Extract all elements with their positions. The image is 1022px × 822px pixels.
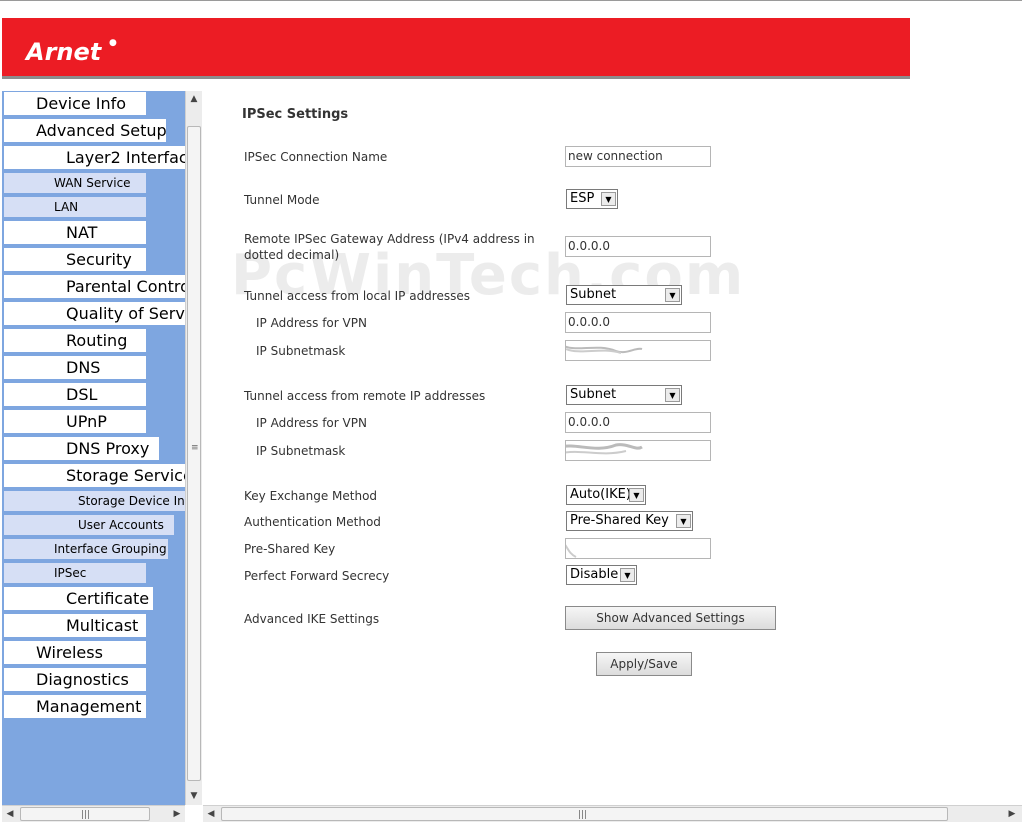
sidebar-item-wireless[interactable]: Wireless	[4, 641, 146, 664]
main-h-grip-icon: |||	[578, 810, 588, 820]
scroll-right-arrow-icon[interactable]: ▶	[169, 806, 185, 822]
main-scroll-left-arrow-icon[interactable]: ◀	[203, 806, 219, 822]
sidebar-item-layer2-interface[interactable]: Layer2 Interface	[4, 146, 185, 169]
key-exchange-value: Auto(IKE)	[570, 487, 631, 502]
arnet-logo: Arnet	[26, 38, 102, 66]
tunnel-mode-select[interactable]: ESP ▼	[566, 189, 618, 209]
conn-name-input[interactable]: new connection	[565, 146, 711, 167]
logo-dot-icon: ●	[109, 38, 117, 48]
pfs-value: Disable	[570, 567, 619, 582]
page-title: IPSec Settings	[242, 107, 349, 122]
main-h-scroll-thumb[interactable]: |||	[221, 807, 948, 821]
local-access-value: Subnet	[570, 287, 617, 302]
redacted-scribble-icon	[566, 345, 643, 354]
sidebar-item-ipsec[interactable]: IPSec	[4, 563, 146, 583]
remote-mask-label: IP Subnetmask	[256, 444, 346, 458]
sidebar-item-quality-of-service[interactable]: Quality of Service	[4, 302, 185, 325]
sidebar-horizontal-scrollbar[interactable]: ◀ ||| ▶	[2, 805, 185, 822]
sidebar-item-routing[interactable]: Routing	[4, 329, 146, 352]
scroll-thumb[interactable]: ≡	[187, 126, 201, 781]
remote-access-label: Tunnel access from remote IP addresses	[244, 389, 486, 403]
pfs-label: Perfect Forward Secrecy	[244, 569, 390, 583]
apply-save-button[interactable]: Apply/Save	[596, 652, 692, 676]
browser-page: Arnet ● Device Info Advanced Setup Layer…	[0, 0, 1022, 822]
dropdown-arrow-icon: ▼	[676, 514, 691, 528]
local-access-select[interactable]: Subnet ▼	[566, 285, 682, 305]
sidebar-item-dns[interactable]: DNS	[4, 356, 146, 379]
tunnel-mode-value: ESP	[570, 191, 595, 206]
sidebar-item-nat[interactable]: NAT	[4, 221, 146, 244]
sidebar-menu: Device Info Advanced Setup Layer2 Interf…	[2, 91, 185, 805]
local-access-label: Tunnel access from local IP addresses	[244, 289, 470, 303]
key-exchange-label: Key Exchange Method	[244, 489, 378, 503]
sidebar-item-advanced-setup[interactable]: Advanced Setup	[4, 119, 166, 142]
local-ip-input[interactable]: 0.0.0.0	[565, 312, 711, 333]
sidebar-item-lan[interactable]: LAN	[4, 197, 146, 217]
sidebar-item-device-info[interactable]: Device Info	[4, 92, 146, 115]
remote-mask-input[interactable]	[565, 440, 711, 461]
sidebar-item-certificate[interactable]: Certificate	[4, 587, 153, 610]
show-advanced-settings-button[interactable]: Show Advanced Settings	[565, 606, 776, 630]
sidebar-item-management[interactable]: Management	[4, 695, 146, 718]
tunnel-mode-label: Tunnel Mode	[244, 193, 320, 207]
h-grip-icon: |||	[81, 810, 91, 820]
sidebar-item-multicast[interactable]: Multicast	[4, 614, 146, 637]
ipsec-settings-panel: PcWinTech.com IPSec Settings IPSec Conne…	[203, 80, 1022, 805]
remote-gw-label: Remote IPSec Gateway Address (IPv4 addre…	[244, 232, 535, 262]
sidebar-item-diagnostics[interactable]: Diagnostics	[4, 668, 146, 691]
sidebar-item-dsl[interactable]: DSL	[4, 383, 146, 406]
dropdown-arrow-icon: ▼	[629, 488, 644, 502]
sidebar-item-parental-control[interactable]: Parental Control	[4, 275, 185, 298]
pfs-select[interactable]: Disable ▼	[566, 565, 637, 585]
dropdown-arrow-icon: ▼	[665, 288, 680, 302]
sidebar-item-wan-service[interactable]: WAN Service	[4, 173, 146, 193]
local-mask-input[interactable]	[565, 340, 711, 361]
scroll-up-arrow-icon[interactable]: ▲	[186, 91, 202, 107]
local-ip-label: IP Address for VPN	[256, 316, 367, 330]
redacted-scribble-icon	[566, 443, 643, 455]
auth-method-value: Pre-Shared Key	[570, 513, 669, 528]
auth-method-select[interactable]: Pre-Shared Key ▼	[566, 511, 693, 531]
sidebar-vertical-scrollbar[interactable]: ▲ ≡ ▼	[185, 91, 202, 805]
scroll-left-arrow-icon[interactable]: ◀	[2, 806, 18, 822]
top-border	[0, 0, 1022, 1]
auth-method-label: Authentication Method	[244, 515, 381, 529]
remote-gw-input[interactable]: 0.0.0.0	[565, 236, 711, 257]
sidebar-item-user-accounts[interactable]: User Accounts	[4, 515, 174, 535]
scroll-down-arrow-icon[interactable]: ▼	[186, 788, 202, 804]
sidebar-item-storage-service[interactable]: Storage Service	[4, 464, 185, 487]
main-scroll-right-arrow-icon[interactable]: ▶	[1004, 806, 1020, 822]
main-horizontal-scrollbar[interactable]: ◀ ||| ▶	[203, 805, 1022, 822]
dropdown-arrow-icon: ▼	[601, 192, 616, 206]
sidebar-item-security[interactable]: Security	[4, 248, 146, 271]
h-scroll-thumb[interactable]: |||	[20, 807, 150, 821]
adv-ike-label: Advanced IKE Settings	[244, 612, 380, 626]
header-banner: Arnet ●	[2, 18, 910, 79]
remote-ip-label: IP Address for VPN	[256, 416, 367, 430]
conn-name-label: IPSec Connection Name	[244, 150, 388, 164]
psk-input[interactable]	[565, 538, 711, 559]
redacted-scribble-icon	[566, 544, 577, 558]
dropdown-arrow-icon: ▼	[620, 568, 635, 582]
sidebar-item-storage-device-info[interactable]: Storage Device Info	[4, 491, 185, 511]
sidebar-item-dns-proxy[interactable]: DNS Proxy	[4, 437, 159, 460]
sidebar-item-upnp[interactable]: UPnP	[4, 410, 146, 433]
remote-access-value: Subnet	[570, 387, 617, 402]
grip-icon: ≡	[191, 443, 199, 453]
key-exchange-select[interactable]: Auto(IKE) ▼	[566, 485, 646, 505]
remote-ip-input[interactable]: 0.0.0.0	[565, 412, 711, 433]
dropdown-arrow-icon: ▼	[665, 388, 680, 402]
psk-label: Pre-Shared Key	[244, 542, 336, 556]
sidebar-item-interface-grouping[interactable]: Interface Grouping	[4, 539, 168, 559]
remote-access-select[interactable]: Subnet ▼	[566, 385, 682, 405]
local-mask-label: IP Subnetmask	[256, 344, 346, 358]
